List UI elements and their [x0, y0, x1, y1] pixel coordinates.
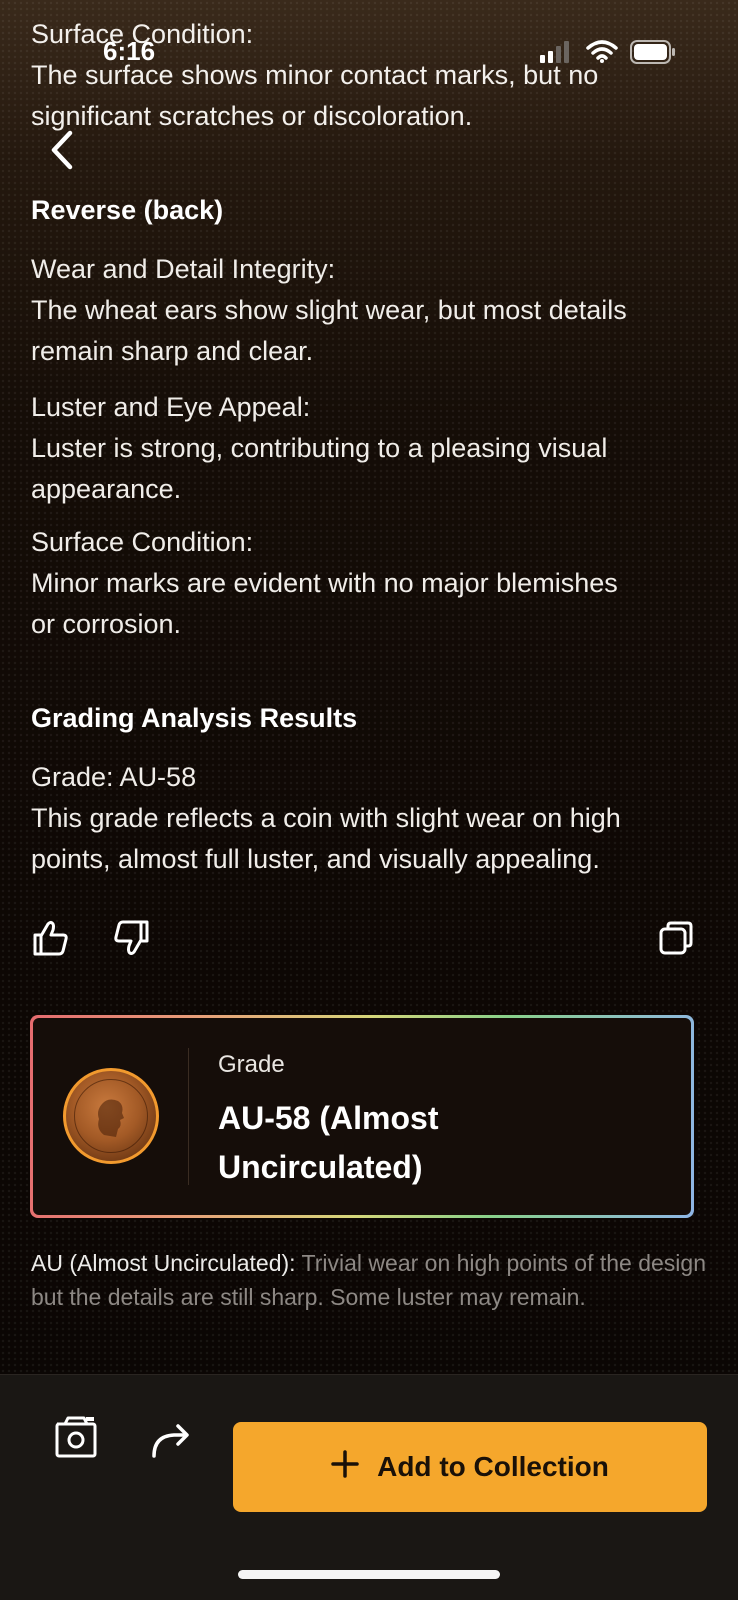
surface-line-2: or corrosion.: [31, 609, 182, 639]
au-description-lead: AU (Almost Uncirculated):: [31, 1250, 296, 1276]
wear-heading: Wear and Detail Integrity:: [31, 254, 336, 284]
luster-line-1: Luster is strong, contributing to a plea…: [31, 433, 608, 463]
camera-scan-icon[interactable]: [53, 1414, 99, 1460]
results-text: Grade: AU-58 This grade reflects a coin …: [31, 757, 711, 880]
surface-line-1: Minor marks are evident with no major bl…: [31, 568, 618, 598]
screen: Surface Condition: The surface shows min…: [0, 0, 738, 1600]
wifi-icon: [586, 40, 618, 69]
results-line-2: points, almost full luster, and visually…: [31, 844, 600, 874]
share-arrow-icon[interactable]: [148, 1418, 194, 1464]
back-button[interactable]: [42, 130, 82, 174]
wear-line-2: remain sharp and clear.: [31, 336, 314, 366]
status-time: 6:16: [103, 36, 156, 66]
reverse-surface: Surface Condition: Minor marks are evide…: [31, 522, 711, 645]
surface-heading: Surface Condition:: [31, 527, 254, 557]
add-to-collection-button[interactable]: Add to Collection: [233, 1422, 707, 1512]
grade-card-body: Grade AU-58 (Almost Uncirculated): [33, 1018, 691, 1215]
battery-icon: [630, 40, 676, 69]
home-indicator[interactable]: [238, 1570, 500, 1579]
top-surface-condition: Surface Condition: The surface shows min…: [31, 14, 711, 137]
copy-icon[interactable]: [657, 918, 697, 958]
plus-icon: [331, 1449, 359, 1485]
results-line-1: This grade reflects a coin with slight w…: [31, 803, 621, 833]
thumbs-down-icon[interactable]: [111, 918, 151, 958]
au-description: AU (Almost Uncirculated): Trivial wear o…: [31, 1246, 711, 1314]
luster-line-2: appearance.: [31, 474, 182, 504]
reverse-luster: Luster and Eye Appeal: Luster is strong,…: [31, 387, 711, 510]
wear-line-1: The wheat ears show slight wear, but mos…: [31, 295, 627, 325]
results-title: Grading Analysis Results: [31, 703, 358, 733]
reverse-wear: Wear and Detail Integrity: The wheat ear…: [31, 249, 711, 372]
grade-card: Grade AU-58 (Almost Uncirculated): [30, 1015, 694, 1218]
chevron-left-icon: [49, 130, 75, 175]
card-divider: [188, 1048, 189, 1185]
coin-image: [63, 1068, 159, 1164]
feedback-row: [31, 918, 707, 964]
grade-label: Grade: [218, 1051, 285, 1078]
add-to-collection-label: Add to Collection: [377, 1451, 609, 1482]
results-grade-line: Grade: AU-58: [31, 762, 197, 792]
coin-portrait-icon: [98, 1099, 124, 1137]
top-surface-line-2: significant scratches or discoloration.: [31, 101, 473, 131]
signal-icon: [540, 41, 574, 68]
reverse-title: Reverse (back): [31, 195, 224, 225]
luster-heading: Luster and Eye Appeal:: [31, 392, 311, 422]
grade-value: AU-58 (Almost Uncirculated): [218, 1100, 439, 1185]
thumbs-up-icon[interactable]: [31, 918, 71, 958]
status-icons: [540, 40, 676, 69]
